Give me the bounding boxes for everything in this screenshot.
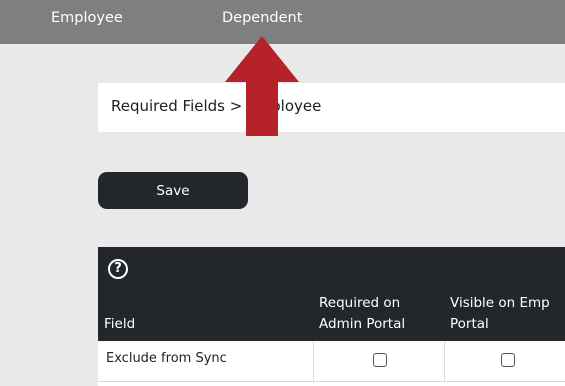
help-icon[interactable]: ?: [108, 259, 128, 279]
breadcrumb: Required Fields > Employee: [98, 83, 565, 132]
row-field-label: Exclude from Sync: [106, 351, 227, 366]
table-row: Exclude from Sync: [98, 341, 565, 381]
visible-emp-checkbox[interactable]: [501, 353, 515, 367]
table-header: ? Field Required on Admin Portal Visible…: [98, 247, 565, 341]
save-button[interactable]: Save: [98, 172, 248, 209]
arrow-up-icon: [225, 36, 299, 136]
tab-employee[interactable]: Employee: [51, 10, 123, 26]
required-admin-checkbox[interactable]: [373, 353, 387, 367]
column-header-required-admin: Required on Admin Portal: [319, 295, 406, 332]
column-header-field: Field: [104, 316, 136, 332]
table-row-next: [98, 381, 565, 386]
tab-dependent[interactable]: Dependent: [222, 10, 302, 26]
column-header-visible-emp: Visible on Emp Portal: [450, 295, 550, 332]
cell-divider: [313, 341, 314, 381]
cell-divider: [444, 341, 445, 381]
